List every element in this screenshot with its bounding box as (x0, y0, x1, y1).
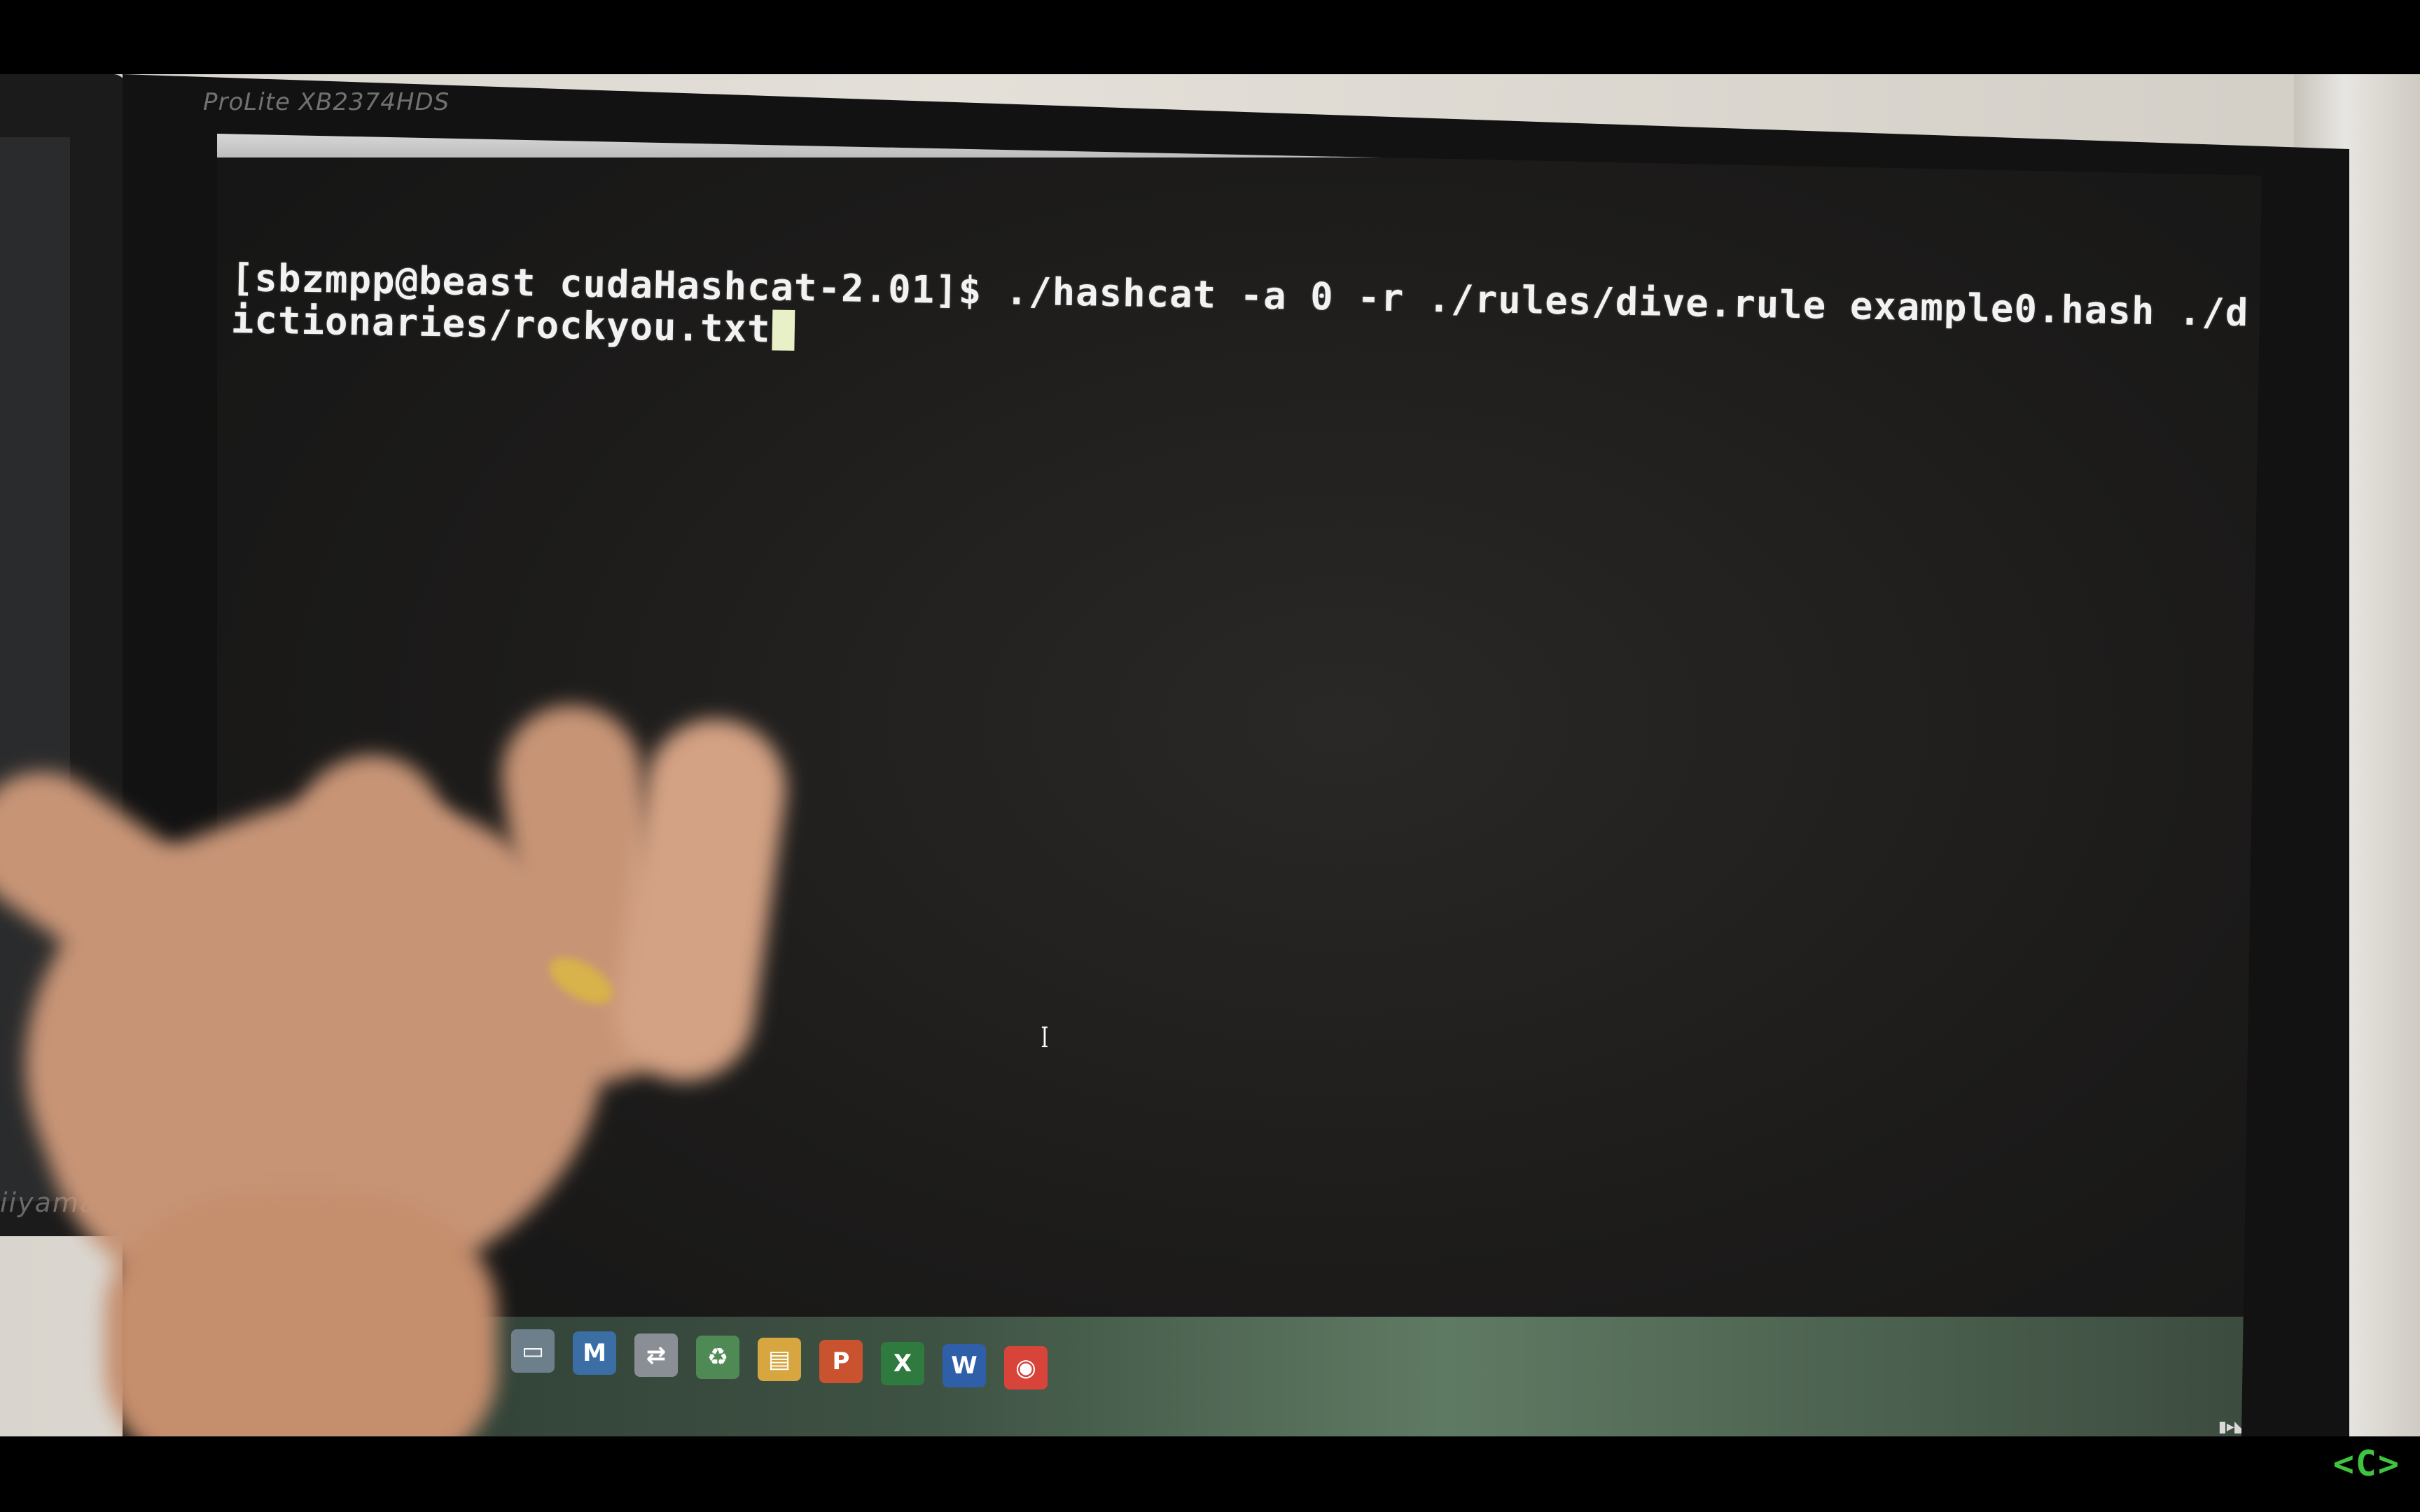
video-frame: iiyama ProLite XB2374HDS [sbzmpp@beast c… (0, 0, 2420, 1512)
folder-icon[interactable]: ▤ (758, 1338, 801, 1381)
matlab-icon[interactable]: M (573, 1331, 616, 1375)
chrome-icon[interactable]: ◉ (1004, 1346, 1048, 1390)
recycle-icon[interactable]: ♻ (696, 1336, 739, 1379)
hand-wrist (105, 1194, 497, 1436)
network-icon[interactable]: ⇄ (634, 1334, 678, 1377)
powerpoint-icon[interactable]: P (819, 1340, 863, 1383)
files-icon[interactable]: ▭ (511, 1329, 555, 1373)
monitor-brand-label: ProLite XB2374HDS (203, 88, 450, 116)
mouse-ibeam-cursor: I (1041, 1022, 1049, 1054)
terminal-cursor (772, 309, 795, 351)
taskbar: ▭ M ⇄ ♻ ▤ P X W ◉ ▮▸◣▯ (217, 1317, 2262, 1436)
word-icon[interactable]: W (943, 1344, 986, 1387)
excel-icon[interactable]: X (881, 1342, 924, 1385)
channel-logo: <C> (2332, 1443, 2400, 1484)
scene: iiyama ProLite XB2374HDS [sbzmpp@beast c… (0, 74, 2420, 1436)
terminal-command-continuation: ictionaries/rockyou.txt (230, 298, 795, 351)
terminal-continuation-text: ictionaries/rockyou.txt (230, 298, 772, 351)
